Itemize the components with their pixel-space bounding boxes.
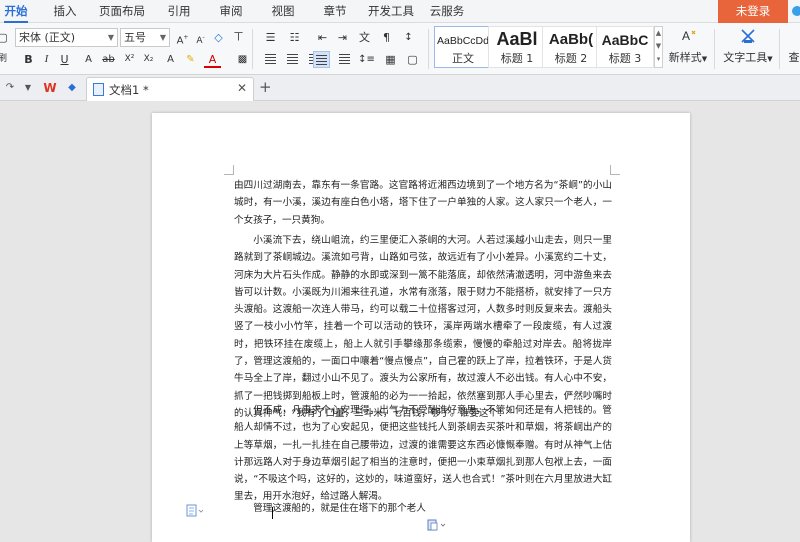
- font-color-icon[interactable]: A: [204, 51, 221, 68]
- tab-cloud-service[interactable]: 云服务: [424, 0, 470, 23]
- separator: [714, 29, 715, 69]
- style-label: 正文: [452, 52, 474, 65]
- character-shading-icon[interactable]: ▩: [234, 51, 251, 68]
- text-cursor: [272, 507, 273, 519]
- style-normal[interactable]: AaBbCcDd 正文: [434, 26, 492, 68]
- document-tab-bar: ↷ ▼ W ◆ 文档1 * ✕ +: [0, 75, 800, 101]
- redo-icon[interactable]: ↷: [2, 80, 18, 96]
- style-sample: AaBbC: [601, 32, 649, 48]
- tab-sections[interactable]: 章节: [316, 0, 354, 23]
- style-heading-2[interactable]: AaBb( 标题 2: [542, 26, 600, 68]
- text-tools-label: 文字工具: [723, 51, 768, 64]
- bullet-list-icon[interactable]: ☰: [262, 29, 279, 46]
- bold-icon[interactable]: B: [20, 51, 37, 68]
- font-size-value: 五号: [124, 31, 146, 44]
- tab-insert[interactable]: 插入: [46, 0, 84, 23]
- align-justify-icon[interactable]: [313, 51, 330, 68]
- subscript-icon[interactable]: X₂: [140, 51, 157, 68]
- find-button[interactable]: 查: [784, 49, 800, 65]
- new-style-button[interactable]: A 新样式▼: [668, 27, 708, 65]
- separator: [779, 29, 780, 69]
- document-page[interactable]: 由四川过湖南去，靠东有一条官路。这官路将近湘西边境到了一个地方名为“茶峒”的小山…: [152, 113, 690, 542]
- numbered-list-icon[interactable]: ☷: [286, 29, 303, 46]
- grow-font-icon[interactable]: A+: [174, 29, 191, 46]
- style-label: 标题 3: [608, 52, 642, 65]
- template-icon[interactable]: ◆: [64, 80, 80, 96]
- find-label: 查: [788, 51, 800, 64]
- clear-format-icon[interactable]: ◇: [210, 29, 227, 46]
- decrease-indent-icon[interactable]: ⇤: [314, 29, 331, 46]
- app-logo-icon: [792, 6, 800, 16]
- line-spacing-icon[interactable]: ↕≡: [358, 51, 375, 68]
- tab-view[interactable]: 视图: [264, 0, 302, 23]
- show-marks-icon[interactable]: ¶: [378, 29, 395, 46]
- style-heading-3[interactable]: AaBbC 标题 3: [596, 26, 654, 68]
- phonetic-guide-icon[interactable]: ㄒ: [230, 29, 247, 46]
- tab-references[interactable]: 引用: [160, 0, 198, 23]
- new-tab-icon[interactable]: +: [259, 78, 272, 96]
- text-effects-icon[interactable]: A: [80, 51, 97, 68]
- paragraph-layout-icon[interactable]: [186, 504, 204, 518]
- quick-access-menu-icon[interactable]: ▼: [20, 80, 36, 96]
- tab-home[interactable]: 开始: [0, 0, 32, 23]
- document-icon: [93, 83, 104, 96]
- tab-review[interactable]: 审阅: [212, 0, 250, 23]
- format-painter-icon[interactable]: 刷: [0, 51, 11, 68]
- style-sample: AaBb(: [548, 31, 594, 48]
- increase-indent-icon[interactable]: ⇥: [334, 29, 351, 46]
- margin-corner-mark: [610, 165, 620, 175]
- distributed-align-icon[interactable]: [336, 51, 353, 68]
- strikethrough-icon[interactable]: ab: [100, 51, 117, 68]
- menu-bar: 开始 插入 页面布局 引用 审阅 视图 章节 开发工具 云服务 未登录: [0, 0, 800, 23]
- paste-icon[interactable]: ▢: [0, 29, 11, 46]
- style-sample: AaBbCcDd: [437, 35, 489, 47]
- new-style-icon: A: [682, 29, 696, 43]
- paragraph-current[interactable]: 管理这渡船的，就是住在塔下的那个老人: [234, 500, 612, 517]
- shading-icon[interactable]: ▦: [382, 51, 399, 68]
- align-center-icon[interactable]: [284, 51, 301, 68]
- italic-icon[interactable]: I: [38, 51, 55, 68]
- tab-developer-tools[interactable]: 开发工具: [366, 0, 416, 23]
- separator: [428, 29, 429, 69]
- text-tools-icon: [741, 29, 755, 43]
- document-tab-title: 文档1 *: [109, 83, 149, 97]
- paragraph: 但不成，凡事求个心安理得，出气力不受酬谁好意思，不管如何还是有人把钱的。管船人却…: [234, 405, 612, 503]
- align-left-icon[interactable]: [262, 51, 279, 68]
- document-tab[interactable]: 文档1 * ✕: [86, 77, 254, 101]
- ribbon-toolbar: ▢ 刷 宋体 (正文) ▼ 五号 ▼ A+ A- ◇ ㄒ B I U A ab …: [0, 23, 800, 75]
- text-tools-button[interactable]: 文字工具▼: [720, 27, 776, 65]
- tab-page-layout[interactable]: 页面布局: [96, 0, 148, 23]
- sort-icon[interactable]: ↕: [400, 29, 417, 46]
- shrink-font-icon[interactable]: A-: [192, 29, 209, 46]
- svg-text:A: A: [682, 29, 690, 43]
- style-sample: AaBl: [496, 29, 538, 49]
- underline-icon[interactable]: U: [56, 51, 73, 68]
- margin-corner-mark: [224, 165, 234, 175]
- wps-logo-icon[interactable]: W: [42, 80, 58, 96]
- style-label: 标题 1: [500, 52, 534, 65]
- paragraph: 由四川过湖南去，靠东有一条官路。这官路将近湘西边境到了一个地方名为“茶峒”的小山…: [234, 180, 612, 226]
- close-tab-icon[interactable]: ✕: [237, 81, 247, 95]
- highlight-icon[interactable]: ✎: [182, 51, 199, 68]
- paragraph: 小溪流下去，绕山岨流，约三里便汇入茶峒的大河。人若过溪越小山走去，则只一里路就到…: [234, 235, 612, 419]
- separator: [252, 29, 253, 69]
- chinese-layout-icon[interactable]: 文: [356, 29, 373, 46]
- font-name-value: 宋体 (正文): [19, 31, 76, 44]
- chevron-down-icon: ▼: [159, 33, 166, 42]
- new-style-label: 新样式: [668, 51, 702, 64]
- style-gallery-scroll[interactable]: ▲ ▼ ▾: [654, 26, 663, 68]
- style-label: 标题 2: [554, 52, 588, 65]
- borders-icon[interactable]: ▢: [404, 51, 421, 68]
- font-size-select[interactable]: 五号 ▼: [120, 28, 170, 47]
- chevron-down-icon: ▼: [107, 33, 114, 42]
- font-name-select[interactable]: 宋体 (正文) ▼: [15, 28, 118, 47]
- text-border-icon[interactable]: A: [162, 51, 179, 68]
- paste-options-icon[interactable]: [426, 518, 448, 532]
- login-button[interactable]: 未登录: [718, 0, 788, 23]
- superscript-icon[interactable]: X²: [121, 51, 138, 68]
- style-heading-1[interactable]: AaBl 标题 1: [488, 26, 546, 68]
